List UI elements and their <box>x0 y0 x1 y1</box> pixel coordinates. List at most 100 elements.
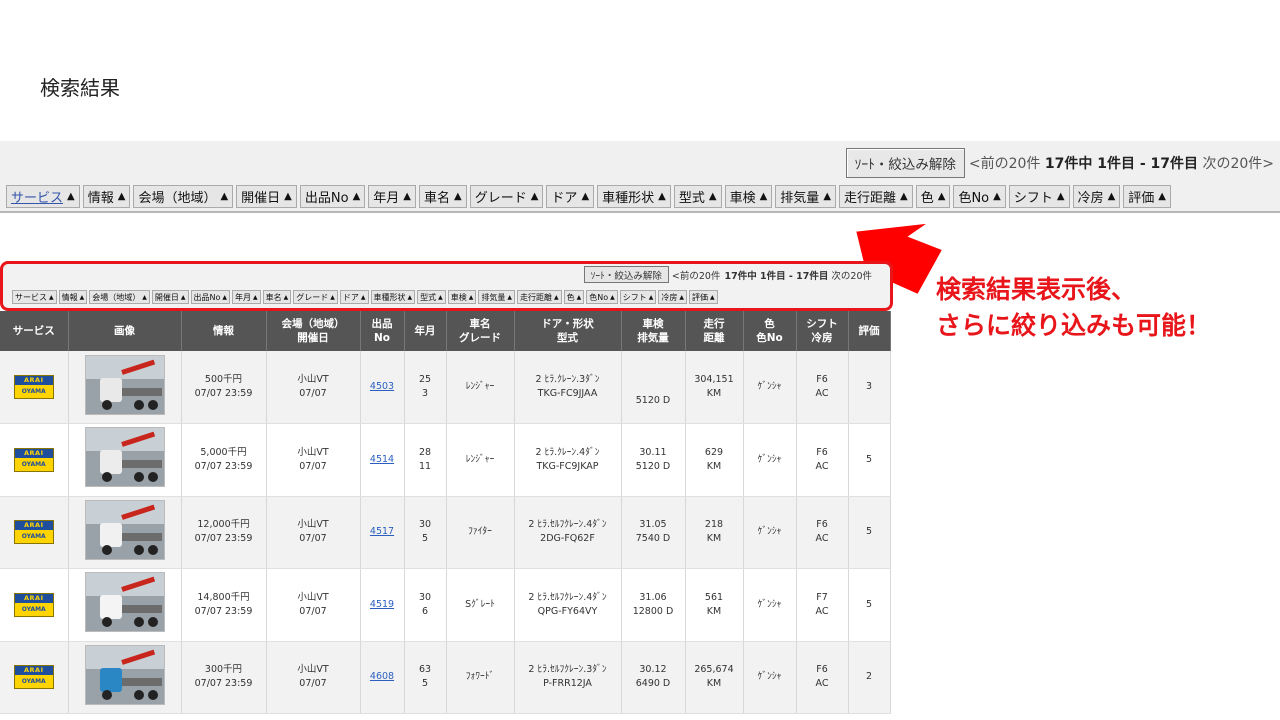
lot-number-link[interactable]: 4608 <box>370 671 394 682</box>
sort-button-label: 車名 <box>265 292 282 302</box>
sort-button-label: 評価 <box>692 292 709 302</box>
sort-button-row-small: サービス ▲ 情報 ▲ 会場（地域） ▲ 開催日 ▲ 出品No ▲ 年月 ▲ 車名 ▲ グレード ▲ ドア ▲ 車種… <box>12 290 718 304</box>
sort-button-small-17[interactable]: 冷房 ▲ <box>658 290 688 304</box>
lot-number-link[interactable]: 4514 <box>370 454 394 465</box>
sort-button-2[interactable]: 会場（地域） ▲ <box>133 185 234 208</box>
sort-button-10[interactable]: 型式 ▲ <box>673 185 722 208</box>
sort-button-label: 車検 <box>729 191 756 206</box>
sort-button-small-10[interactable]: 型式 ▲ <box>417 290 446 304</box>
sort-button-9[interactable]: 車種形状 ▲ <box>597 185 671 208</box>
sort-asc-icon: ▲ <box>222 293 228 301</box>
lot-number-link[interactable]: 4519 <box>370 599 394 610</box>
cell-line: 07/07 <box>299 533 327 545</box>
cell-lines: 14,800千円 07/07 23:59 <box>182 591 266 619</box>
sort-button-6[interactable]: 車名 ▲ <box>418 185 467 208</box>
column-header-line: ドア・形状 <box>541 318 594 330</box>
sort-button-18[interactable]: 評価 ▲ <box>1123 185 1171 208</box>
venue-cell: 小山VT 07/07 <box>266 423 361 497</box>
cell-line: 218 <box>704 519 724 531</box>
sort-button-small-16[interactable]: シフト ▲ <box>619 290 657 304</box>
vehicle-photo[interactable] <box>84 427 165 488</box>
sort-button-1[interactable]: 情報 ▲ <box>82 185 131 208</box>
sort-button-label: 型式 <box>420 292 437 302</box>
vehicle-photo[interactable] <box>84 572 165 633</box>
shift-cell: F6 AC <box>796 423 849 497</box>
sort-button-12[interactable]: 排気量 ▲ <box>775 185 837 208</box>
sort-button-small-5[interactable]: 年月 ▲ <box>232 290 261 304</box>
column-header-8: 車検 排気量 <box>621 311 686 351</box>
sort-button-small-12[interactable]: 排気量 ▲ <box>478 290 516 304</box>
table-row: ARAI OYAMA 500千円 07/07 23:59 小山VT 07/07 4503 25… <box>0 351 891 424</box>
sort-button-17[interactable]: 冷房 ▲ <box>1072 185 1121 208</box>
cell-lines: 2 ﾋﾗ.ｸﾚｰﾝ.4ﾀﾞﾝ TKG-FC9JKAP <box>515 446 621 474</box>
column-header-line: 年月 <box>414 325 436 337</box>
vehicle-photo[interactable] <box>84 644 165 705</box>
sort-button-small-3[interactable]: 開催日 ▲ <box>151 290 189 304</box>
sort-button-small-18[interactable]: 評価 ▲ <box>689 290 718 304</box>
sort-button-small-6[interactable]: 車名 ▲ <box>262 290 292 304</box>
truck-wheel <box>147 617 158 628</box>
sort-button-4[interactable]: 出品No ▲ <box>299 185 366 208</box>
truck-wheel <box>133 472 144 483</box>
sort-asc-icon: ▲ <box>759 191 768 202</box>
sort-button-small-14[interactable]: 色 ▲ <box>563 290 585 304</box>
sort-button-small-9[interactable]: 車種形状 ▲ <box>370 290 416 304</box>
prev-page-link-small[interactable]: <前の20件 <box>672 268 721 282</box>
sort-button-3[interactable]: 開催日 ▲ <box>236 185 297 208</box>
next-page-link-small[interactable]: 次の20件 <box>831 268 872 282</box>
cell-lines: F6 AC <box>797 373 848 401</box>
sort-button-small-7[interactable]: グレード ▲ <box>293 290 338 304</box>
sort-filter-bar-large: ｿｰﾄ・絞込み解除 <前の20件 17件中 1件目 - 17件目 次の20件> … <box>0 141 1280 213</box>
sort-button-label: 情報 <box>61 292 78 302</box>
sort-button-15[interactable]: 色No ▲ <box>953 185 1006 208</box>
cell-lines: 2 ﾋﾗ.ｾﾙﾌｸﾚｰﾝ.4ﾀﾞﾝ 2DG-FQ62F <box>515 518 621 546</box>
color-cell: ｹﾞﾝｼｬ <box>743 496 797 569</box>
sort-button-11[interactable]: 車検 ▲ <box>724 185 773 208</box>
cell-lines: 2 ﾋﾗ.ｸﾚｰﾝ.3ﾀﾞﾝ TKG-FC9JJAA <box>515 373 621 401</box>
sort-button-small-4[interactable]: 出品No ▲ <box>190 290 231 304</box>
truck-crane <box>120 576 155 593</box>
cell-line: 2 ﾋﾗ.ｾﾙﾌｸﾚｰﾝ.4ﾀﾞﾝ <box>528 591 607 603</box>
sort-button-5[interactable]: 年月 ▲ <box>368 185 416 208</box>
reset-sort-filter-button[interactable]: ｿｰﾄ・絞込み解除 <box>845 148 965 178</box>
lot-number-link[interactable]: 4503 <box>370 381 394 392</box>
lot-number-link[interactable]: 4517 <box>370 526 394 537</box>
sort-button-small-2[interactable]: 会場（地域） ▲ <box>89 290 150 304</box>
sort-button-8[interactable]: ドア ▲ <box>546 185 595 208</box>
cell-line: 6 <box>421 605 429 617</box>
cell-line: 07/07 23:59 <box>194 605 253 617</box>
reset-sort-filter-button-small[interactable]: ｿｰﾄ・絞込み解除 <box>583 266 669 283</box>
logo-text: ARAI <box>14 593 53 603</box>
truck-wheel <box>133 689 144 700</box>
cell-lines: F6 AC <box>797 446 848 474</box>
cell-line: 629 <box>704 446 724 458</box>
sort-button-small-15[interactable]: 色No ▲ <box>586 290 618 304</box>
sort-button-row: サービス ▲ 情報 ▲ 会場（地域） ▲ 開催日 ▲ 出品No ▲ 年月 ▲ 車名 ▲ グレード ▲ ドア ▲ 車種… <box>6 185 1171 208</box>
prev-page-link[interactable]: <前の20件 <box>969 156 1041 172</box>
cell-line: KM <box>706 460 722 472</box>
cell-line: 07/07 23:59 <box>194 678 253 690</box>
sort-button-0[interactable]: サービス ▲ <box>6 185 80 208</box>
sort-button-16[interactable]: シフト ▲ <box>1008 185 1070 208</box>
sort-button-label: 出品No <box>304 191 349 206</box>
sort-button-small-0[interactable]: サービス ▲ <box>12 290 57 304</box>
pager-large: ｿｰﾄ・絞込み解除 <前の20件 17件中 1件目 - 17件目 次の20件> <box>845 148 1274 178</box>
cell-line: 07/07 <box>299 605 327 617</box>
next-page-link[interactable]: 次の20件> <box>1202 156 1274 172</box>
shift-cell: F7 AC <box>796 568 849 642</box>
sort-asc-icon: ▲ <box>1056 191 1065 202</box>
truck-wheel <box>147 399 158 410</box>
sort-button-small-1[interactable]: 情報 ▲ <box>58 290 88 304</box>
sort-asc-icon: ▲ <box>284 191 292 202</box>
vehicle-photo[interactable] <box>84 354 165 415</box>
venue-cell: 小山VT 07/07 <box>266 641 361 714</box>
sort-button-7[interactable]: グレード ▲ <box>469 185 544 208</box>
cell-lines: 小山VT 07/07 <box>267 663 360 691</box>
sort-button-small-13[interactable]: 走行距離 ▲ <box>517 290 562 304</box>
sort-button-small-11[interactable]: 車検 ▲ <box>447 290 477 304</box>
cell-line: 500千円 <box>204 374 243 385</box>
inspection-cell: 31.06 12800 D <box>621 568 686 642</box>
sort-button-small-8[interactable]: ドア ▲ <box>339 290 369 304</box>
sort-asc-icon: ▲ <box>554 293 559 301</box>
vehicle-photo[interactable] <box>84 499 165 560</box>
